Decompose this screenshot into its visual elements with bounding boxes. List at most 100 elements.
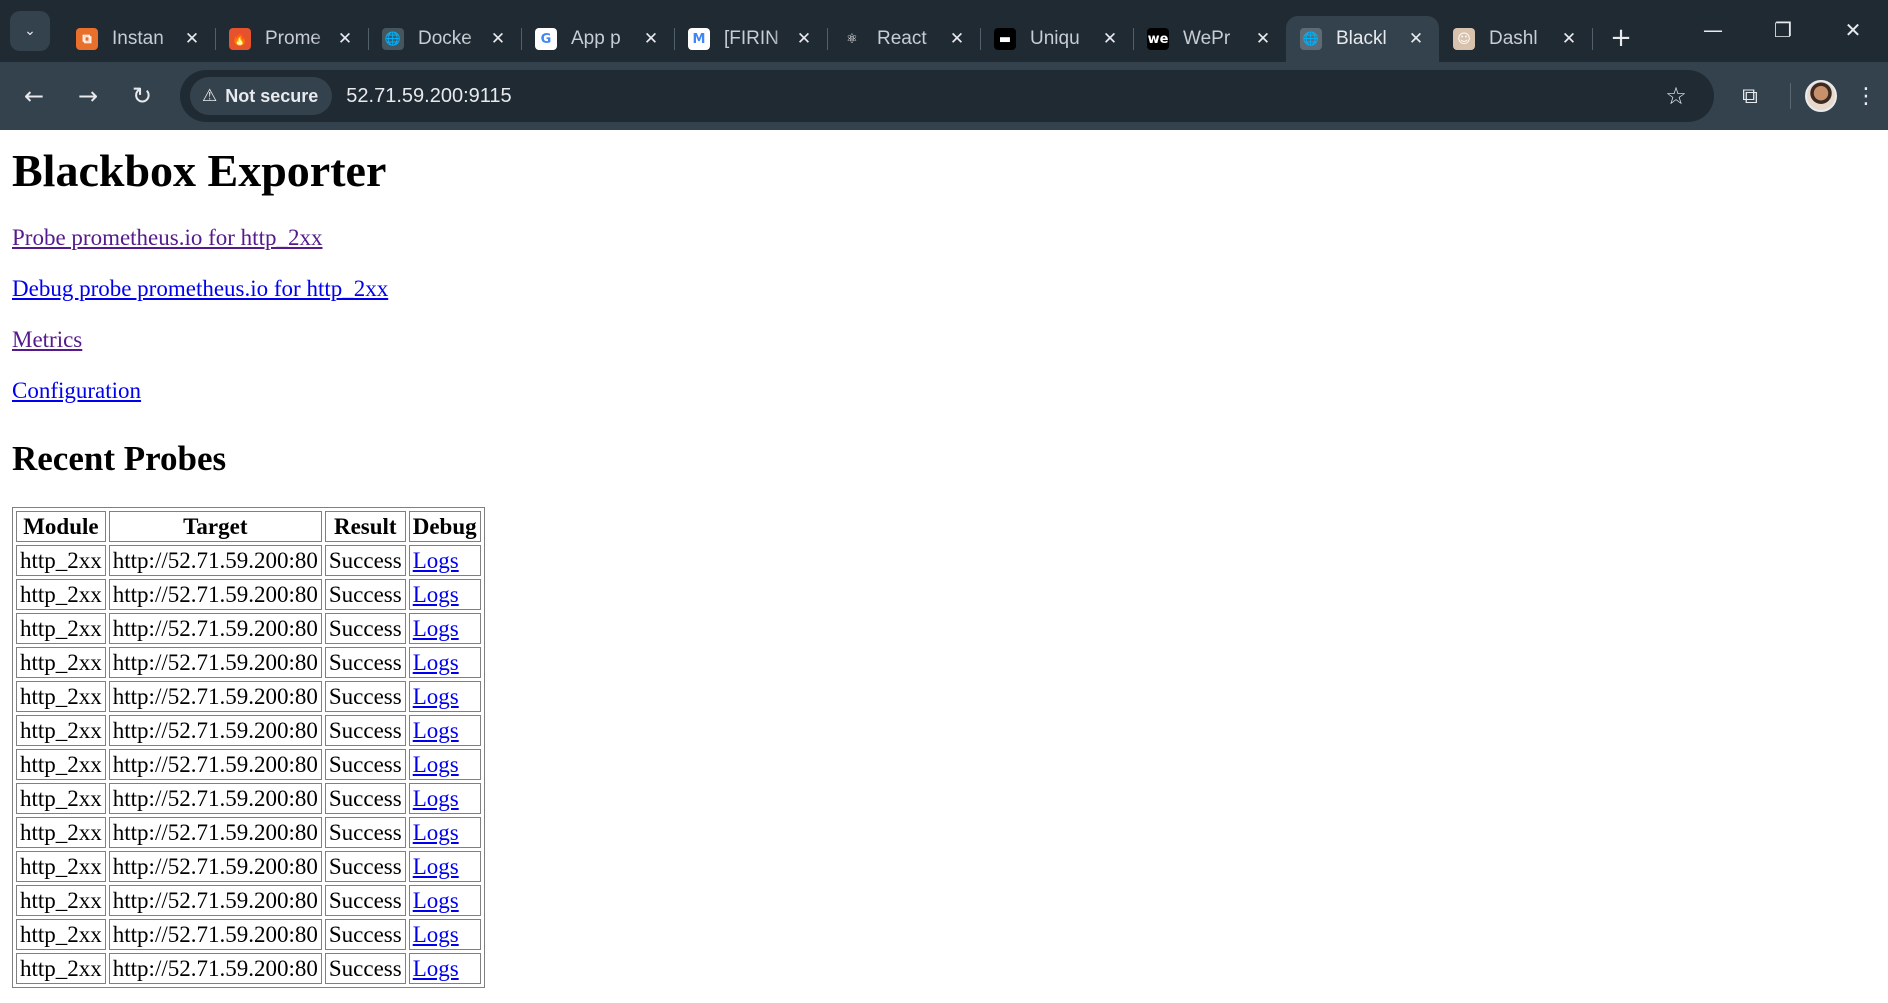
- forward-arrow-icon[interactable]: →: [66, 74, 110, 118]
- recent-probes-heading: Recent Probes: [12, 439, 227, 479]
- tab-close-icon[interactable]: ✕: [487, 28, 509, 50]
- logs-link[interactable]: Logs: [413, 922, 459, 947]
- tab-list: ⧉ Instan ✕ 🔥 Prome ✕ 🌐 Docke ✕ G App p ✕ M [FIRIN ✕ ⚛ Re…: [62, 0, 1593, 62]
- logs-link[interactable]: Logs: [413, 650, 459, 675]
- warning-triangle-icon: ⚠: [202, 86, 218, 106]
- module-cell: http_2xx: [16, 953, 106, 985]
- page-content: Blackbox Exporter Probe prometheus.io fo…: [0, 130, 1888, 996]
- page-link[interactable]: Configuration: [12, 378, 141, 403]
- logs-link[interactable]: Logs: [413, 718, 459, 743]
- tab-search-chevron-icon[interactable]: ⌄: [10, 11, 50, 51]
- aws-icon: ⧉: [76, 28, 98, 50]
- tab-close-icon[interactable]: ✕: [640, 28, 662, 50]
- tab-close-icon[interactable]: ✕: [1405, 28, 1427, 50]
- table-row: http_2xx http://52.71.59.200:80 Success Log…: [16, 851, 481, 883]
- restore-icon[interactable]: ❐: [1748, 0, 1818, 60]
- browser-tab[interactable]: 🌐 Docke ✕: [368, 16, 522, 62]
- target-cell: http://52.71.59.200:80: [108, 613, 322, 645]
- logs-link[interactable]: Logs: [413, 548, 459, 573]
- tab-title: [FIRIN: [724, 28, 779, 49]
- browser-tab[interactable]: 🔥 Prome ✕: [215, 16, 369, 62]
- new-tab-plus-icon[interactable]: +: [1604, 21, 1638, 55]
- target-cell: http://52.71.59.200:80: [108, 579, 322, 611]
- security-chip[interactable]: ⚠ Not secure: [190, 77, 333, 115]
- result-cell: Success: [324, 919, 406, 951]
- table-row: http_2xx http://52.71.59.200:80 Success Log…: [16, 919, 481, 951]
- browser-tab[interactable]: ☺ Dashl ✕: [1439, 16, 1593, 62]
- extensions-puzzle-icon[interactable]: ⧉: [1728, 74, 1772, 118]
- logs-link[interactable]: Logs: [413, 956, 459, 981]
- target-cell: http://52.71.59.200:80: [108, 681, 322, 713]
- result-cell: Success: [324, 545, 406, 577]
- result-cell: Success: [324, 681, 406, 713]
- page-link[interactable]: Probe prometheus.io for http_2xx: [12, 225, 322, 250]
- link-list: Probe prometheus.io for http_2xx Debug pr…: [12, 224, 1876, 405]
- browser-tab[interactable]: 🌐 Blackl ✕: [1286, 16, 1439, 62]
- security-label: Not secure: [225, 85, 319, 106]
- profile-avatar[interactable]: [1805, 80, 1837, 112]
- debug-cell: Logs: [408, 681, 481, 713]
- target-cell: http://52.71.59.200:80: [108, 545, 322, 577]
- page-title: Blackbox Exporter: [12, 145, 387, 196]
- result-cell: Success: [324, 817, 406, 849]
- browser-tab[interactable]: M [FIRIN ✕: [674, 16, 828, 62]
- module-cell: http_2xx: [16, 545, 106, 577]
- tab-close-icon[interactable]: ✕: [793, 28, 815, 50]
- debug-cell: Logs: [408, 885, 481, 917]
- logs-link[interactable]: Logs: [413, 820, 459, 845]
- logs-link[interactable]: Logs: [413, 888, 459, 913]
- bookmark-star-icon[interactable]: ☆: [1660, 80, 1692, 112]
- reload-icon[interactable]: ↻: [120, 74, 164, 118]
- browser-tab[interactable]: ⧉ Instan ✕: [62, 16, 216, 62]
- table-row: http_2xx http://52.71.59.200:80 Success Log…: [16, 681, 481, 713]
- browser-tab[interactable]: ⚛ React ✕: [827, 16, 981, 62]
- back-arrow-icon[interactable]: ←: [12, 74, 56, 118]
- target-cell: http://52.71.59.200:80: [108, 885, 322, 917]
- link-paragraph: Metrics: [12, 326, 1876, 354]
- browser-tab[interactable]: G App p ✕: [521, 16, 675, 62]
- table-row: http_2xx http://52.71.59.200:80 Success Log…: [16, 953, 481, 985]
- column-header: Module: [16, 511, 106, 543]
- logs-link[interactable]: Logs: [413, 616, 459, 641]
- tab-close-icon[interactable]: ✕: [1099, 28, 1121, 50]
- link-paragraph: Probe prometheus.io for http_2xx: [12, 224, 1876, 252]
- google-icon: G: [535, 28, 557, 50]
- debug-cell: Logs: [408, 613, 481, 645]
- logs-link[interactable]: Logs: [413, 786, 459, 811]
- table-row: http_2xx http://52.71.59.200:80 Success Log…: [16, 885, 481, 917]
- url-text[interactable]: 52.71.59.200:9115: [346, 85, 511, 108]
- window-close-icon[interactable]: ✕: [1818, 0, 1888, 60]
- tab-close-icon[interactable]: ✕: [1558, 28, 1580, 50]
- logs-link[interactable]: Logs: [413, 684, 459, 709]
- tab-close-icon[interactable]: ✕: [181, 28, 203, 50]
- page-link[interactable]: Metrics: [12, 327, 82, 352]
- tab-title: Dashl: [1489, 28, 1538, 49]
- result-cell: Success: [324, 613, 406, 645]
- tab-close-icon[interactable]: ✕: [1252, 28, 1274, 50]
- logs-link[interactable]: Logs: [413, 854, 459, 879]
- table-row: http_2xx http://52.71.59.200:80 Success Log…: [16, 579, 481, 611]
- table-header-row: Module Target Result Debug: [16, 511, 481, 543]
- target-cell: http://52.71.59.200:80: [108, 647, 322, 679]
- address-bar[interactable]: ⚠ Not secure 52.71.59.200:9115 ☆: [180, 70, 1714, 122]
- logs-link[interactable]: Logs: [413, 752, 459, 777]
- table-row: http_2xx http://52.71.59.200:80 Success Log…: [16, 715, 481, 747]
- tab-title: Blackl: [1336, 28, 1387, 49]
- module-cell: http_2xx: [16, 613, 106, 645]
- tab-separator: [1592, 28, 1593, 50]
- page-link[interactable]: Debug probe prometheus.io for http_2xx: [12, 276, 388, 301]
- tab-close-icon[interactable]: ✕: [946, 28, 968, 50]
- minimize-icon[interactable]: —: [1678, 0, 1748, 60]
- column-header: Debug: [408, 511, 481, 543]
- menu-dots-icon[interactable]: ⋮: [1851, 74, 1881, 118]
- column-header: Target: [108, 511, 322, 543]
- tab-title: Prome: [265, 28, 321, 49]
- we-icon: we: [1147, 28, 1169, 50]
- result-cell: Success: [324, 783, 406, 815]
- module-cell: http_2xx: [16, 749, 106, 781]
- debug-cell: Logs: [408, 783, 481, 815]
- browser-tab[interactable]: ▬ Uniqu ✕: [980, 16, 1134, 62]
- logs-link[interactable]: Logs: [413, 582, 459, 607]
- tab-close-icon[interactable]: ✕: [334, 28, 356, 50]
- browser-tab[interactable]: we WePr ✕: [1133, 16, 1286, 62]
